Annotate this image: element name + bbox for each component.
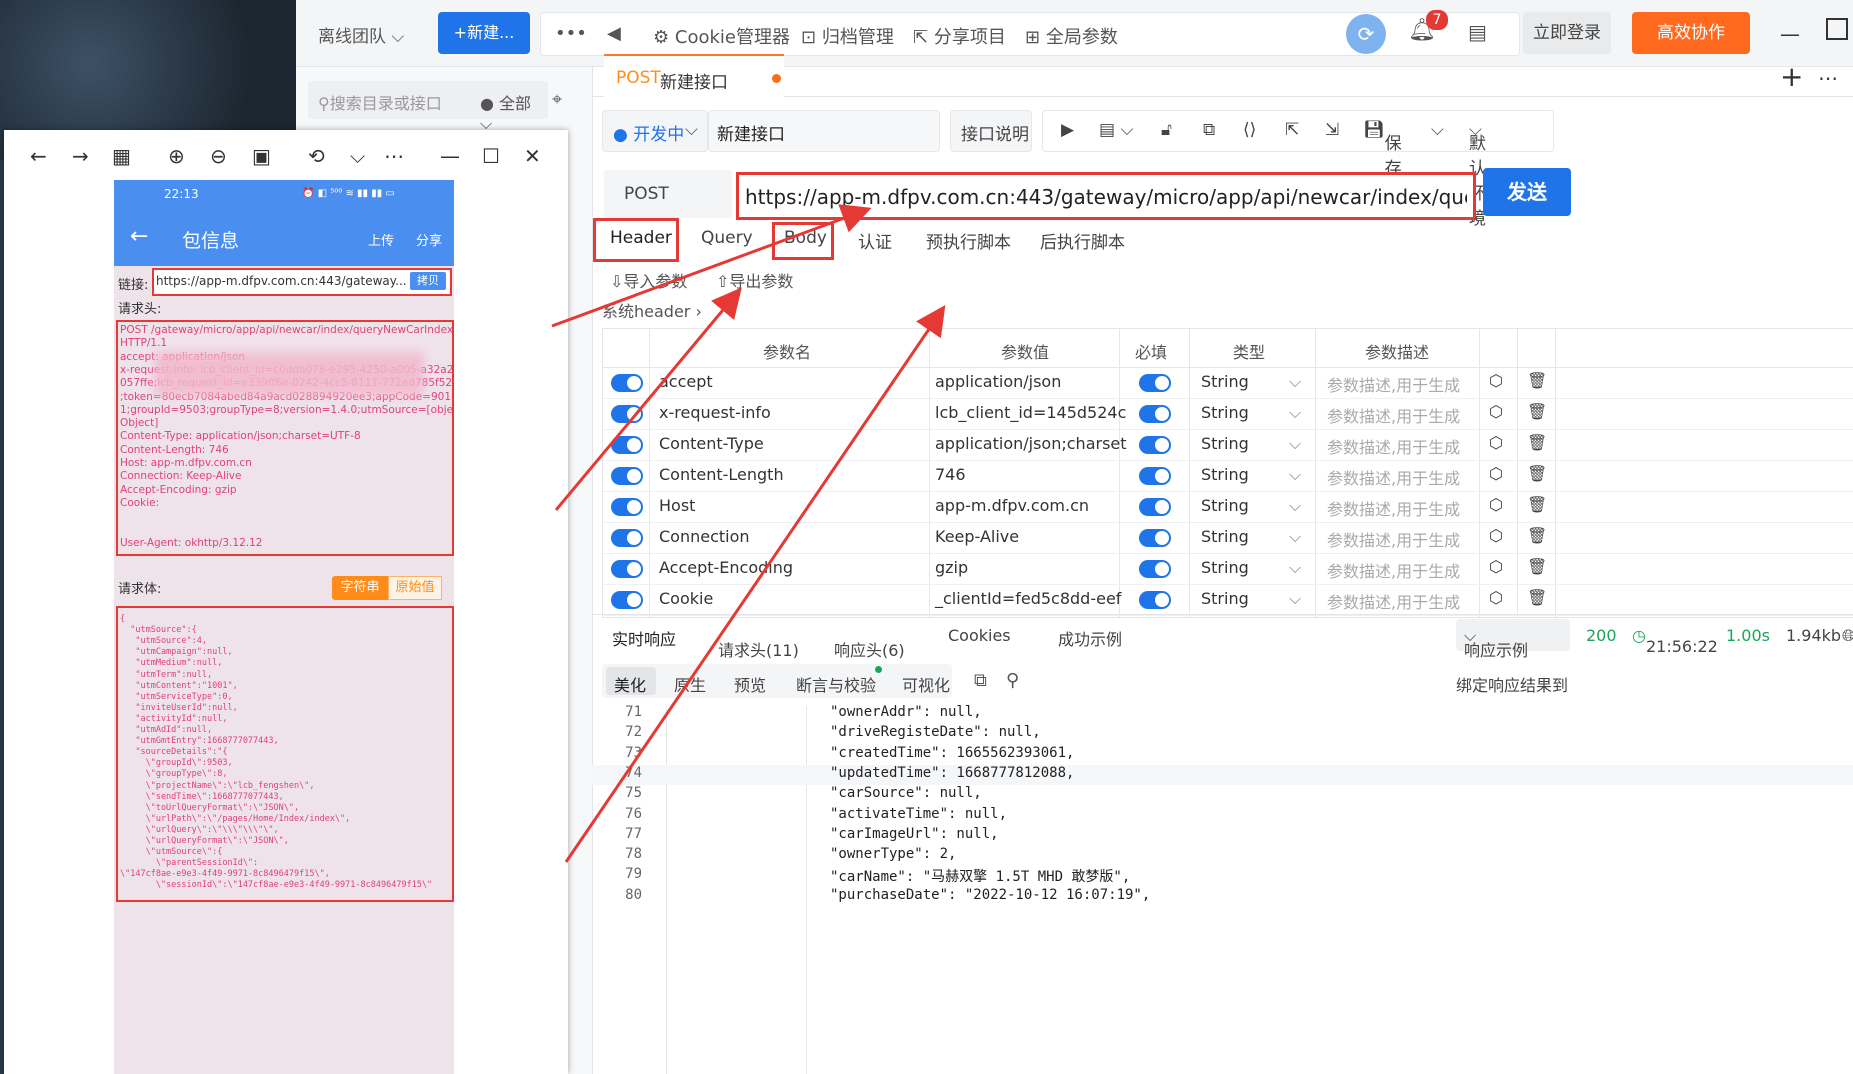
arrow-body-to-body-tab — [564, 305, 946, 863]
arrow-headers-to-header-tab — [554, 287, 742, 511]
arrow-link-to-url — [551, 204, 872, 328]
annotation-arrows — [551, 204, 946, 863]
